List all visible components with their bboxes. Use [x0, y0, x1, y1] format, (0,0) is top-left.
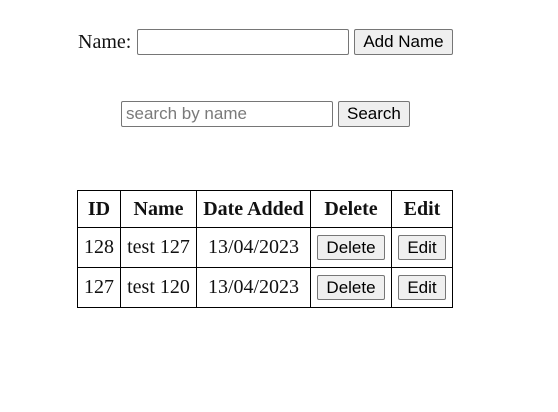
delete-button[interactable]: Delete	[317, 275, 385, 300]
header-delete: Delete	[310, 190, 392, 228]
table-header-row: ID Name Date Added Delete Edit	[77, 190, 453, 228]
cell-date-added: 13/04/2023	[196, 227, 311, 268]
search-input[interactable]	[121, 101, 333, 127]
names-table: ID Name Date Added Delete Edit 128 test …	[77, 190, 453, 308]
cell-edit: Edit	[391, 227, 453, 268]
table-row: 127 test 120 13/04/2023 Delete Edit	[77, 267, 453, 308]
header-edit: Edit	[391, 190, 453, 228]
name-input[interactable]	[137, 29, 350, 55]
header-name: Name	[120, 190, 197, 228]
edit-button[interactable]: Edit	[398, 275, 446, 300]
name-label: Name:	[78, 30, 132, 53]
add-name-button[interactable]: Add Name	[354, 29, 453, 55]
header-id: ID	[77, 190, 121, 228]
cell-id: 128	[77, 227, 121, 268]
edit-button[interactable]: Edit	[398, 235, 446, 260]
add-name-form: Name: Add Name	[78, 28, 453, 56]
search-form: Search	[121, 100, 410, 128]
header-date-added: Date Added	[196, 190, 311, 228]
delete-button[interactable]: Delete	[317, 235, 385, 260]
cell-name: test 120	[120, 267, 197, 308]
search-button[interactable]: Search	[338, 101, 410, 127]
cell-date-added: 13/04/2023	[196, 267, 311, 308]
table-row: 128 test 127 13/04/2023 Delete Edit	[77, 227, 453, 268]
cell-name: test 127	[120, 227, 197, 268]
cell-edit: Edit	[391, 267, 453, 308]
cell-delete: Delete	[310, 267, 392, 308]
cell-id: 127	[77, 267, 121, 308]
cell-delete: Delete	[310, 227, 392, 268]
